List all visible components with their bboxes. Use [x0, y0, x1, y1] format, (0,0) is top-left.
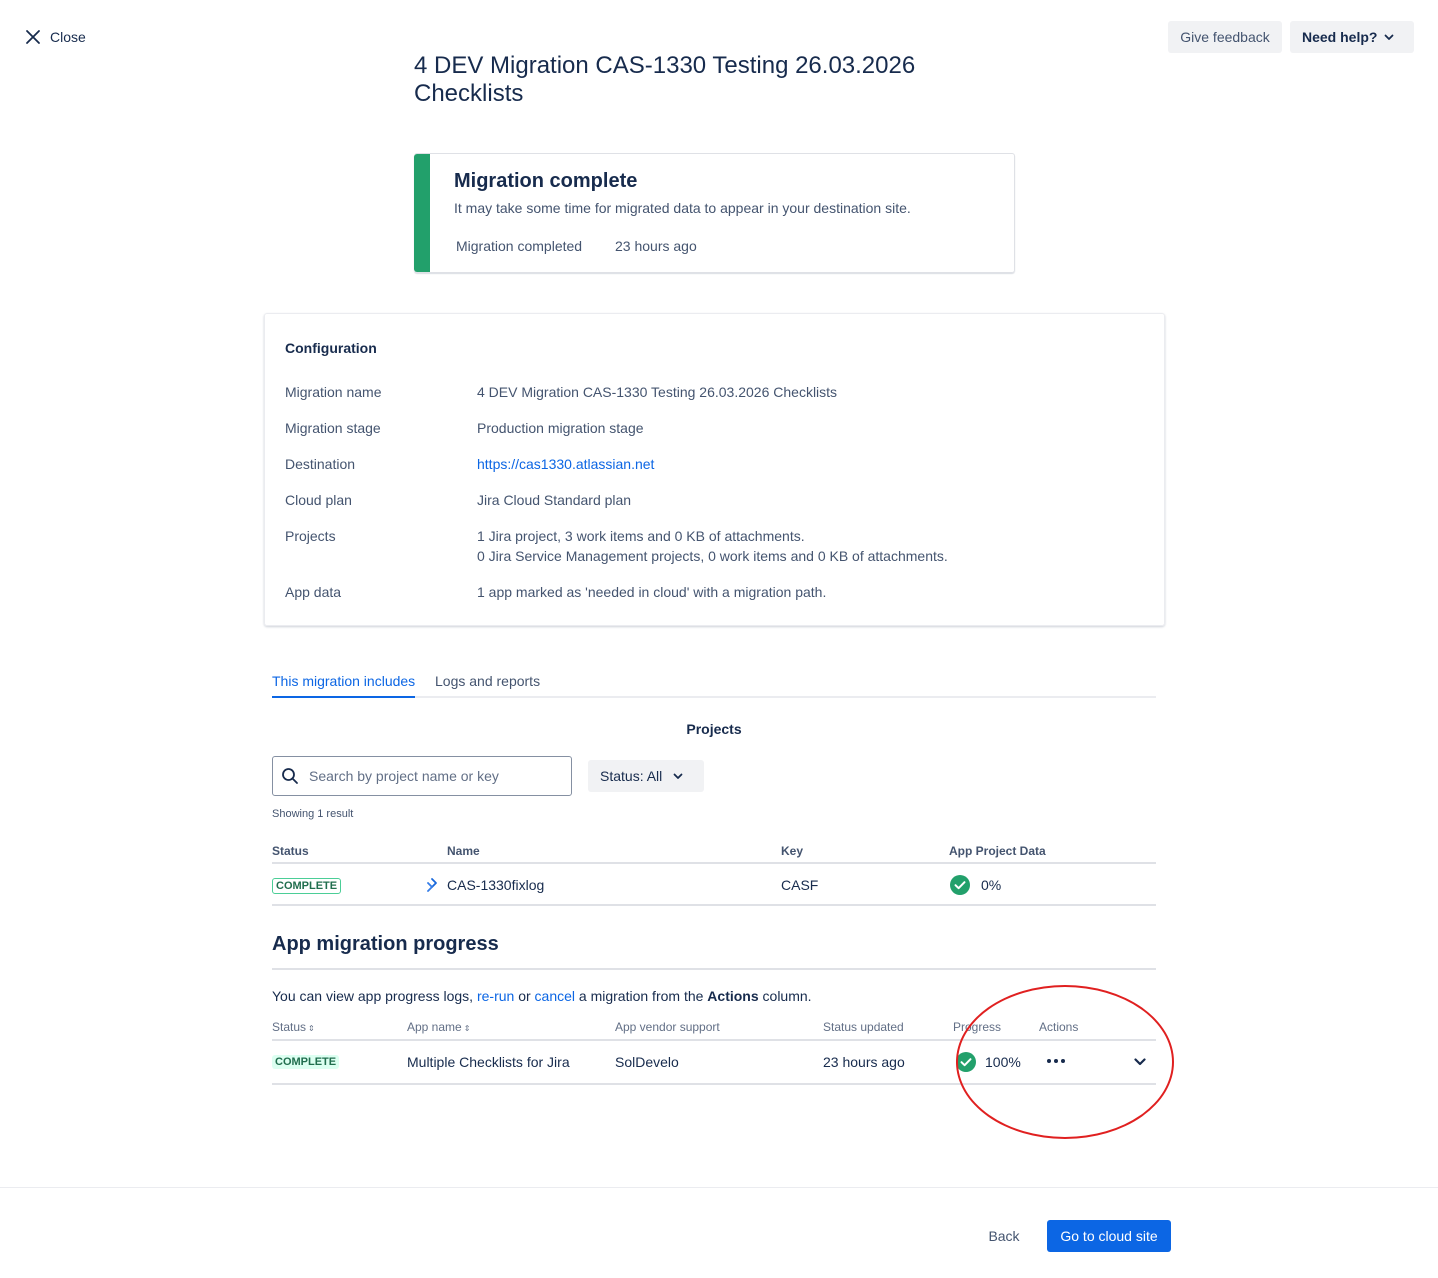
- dot: [1047, 1059, 1051, 1063]
- app-progress-value: 100%: [985, 1054, 1021, 1070]
- app-migration-progress-title: App migration progress: [272, 933, 499, 955]
- config-value-projects-jsm: 0 Jira Service Management projects, 0 wo…: [477, 548, 948, 564]
- more-actions-button[interactable]: [1044, 1053, 1068, 1069]
- results-count: Showing 1 result: [272, 808, 354, 820]
- page-title: 4 DEV Migration CAS-1330 Testing 26.03.2…: [414, 52, 916, 107]
- cancel-link[interactable]: cancel: [535, 988, 575, 1004]
- jira-project-icon: [427, 878, 437, 892]
- intro-prefix: You can view app progress logs,: [272, 988, 477, 1004]
- close-label: Close: [50, 29, 86, 45]
- app-column-header-progress: Progress: [953, 1020, 1002, 1034]
- app-table-row-divider: [272, 1083, 1156, 1085]
- banner-accent-bar: [414, 154, 430, 272]
- close-button[interactable]: Close: [24, 26, 86, 48]
- status-updated-value: 23 hours ago: [823, 1054, 905, 1070]
- project-key: CASF: [781, 877, 819, 893]
- rerun-link[interactable]: re-run: [477, 988, 514, 1004]
- app-progress-intro: You can view app progress logs, re-run o…: [272, 988, 812, 1004]
- migration-tabs: This migration includes Logs and reports: [272, 670, 1156, 698]
- app-column-header-vendor-support: App vendor support: [615, 1020, 720, 1034]
- app-section-divider: [272, 968, 1156, 970]
- sort-icon: ⇕: [308, 1024, 315, 1033]
- expand-row-chevron-icon[interactable]: [1130, 1052, 1150, 1072]
- project-search-field[interactable]: [272, 756, 572, 796]
- migration-complete-banner: Migration complete It may take some time…: [414, 153, 1015, 273]
- need-help-label: Need help?: [1302, 29, 1378, 45]
- table-row-divider: [272, 904, 1156, 906]
- success-check-icon: [956, 1052, 976, 1072]
- config-value-migration-stage: Production migration stage: [477, 420, 644, 436]
- config-label-cloud-plan: Cloud plan: [285, 492, 352, 508]
- config-label-projects: Projects: [285, 528, 336, 544]
- config-label-migration-stage: Migration stage: [285, 420, 381, 436]
- give-feedback-button[interactable]: Give feedback: [1168, 21, 1282, 53]
- table-header-divider: [272, 862, 1156, 864]
- app-column-header-actions: Actions: [1039, 1020, 1079, 1034]
- app-table-header-divider: [272, 1039, 1156, 1041]
- migration-completed-value: 23 hours ago: [615, 238, 697, 254]
- destination-link[interactable]: https://cas1330.atlassian.net: [477, 454, 654, 474]
- chevron-down-icon: [673, 773, 683, 779]
- app-column-status-label: Status: [272, 1020, 307, 1034]
- configuration-card: Configuration Migration name 4 DEV Migra…: [264, 313, 1165, 626]
- app-column-app-name-label: App name: [407, 1020, 462, 1034]
- column-header-status[interactable]: Status: [272, 844, 309, 858]
- app-name: Multiple Checklists for Jira: [407, 1054, 570, 1070]
- column-header-name[interactable]: Name: [447, 844, 480, 858]
- sort-icon: ⇕: [463, 1024, 471, 1033]
- intro-middle: a migration from the: [575, 988, 708, 1004]
- tab-this-migration-includes[interactable]: This migration includes: [272, 670, 416, 698]
- config-value-projects-jira: 1 Jira project, 3 work items and 0 KB of…: [477, 528, 805, 544]
- dot: [1061, 1059, 1065, 1063]
- column-header-key[interactable]: Key: [781, 844, 803, 858]
- app-column-header-status[interactable]: Status ⇕: [272, 1020, 315, 1034]
- banner-description: It may take some time for migrated data …: [454, 200, 911, 216]
- config-value-migration-name: 4 DEV Migration CAS-1330 Testing 26.03.2…: [477, 384, 838, 400]
- migration-completed-label: Migration completed: [456, 238, 583, 254]
- config-label-migration-name: Migration name: [285, 384, 382, 400]
- success-check-icon: [950, 875, 970, 895]
- app-status-badge: COMPLETE: [272, 1055, 340, 1069]
- intro-actions-bold: Actions: [707, 988, 759, 1004]
- go-to-cloud-site-button[interactable]: Go to cloud site: [1047, 1220, 1171, 1252]
- status-filter-label: Status: All: [600, 768, 663, 784]
- app-project-data-value: 0%: [981, 877, 1002, 893]
- intro-or: or: [514, 988, 535, 1004]
- config-value-cloud-plan: Jira Cloud Standard plan: [477, 492, 632, 508]
- column-header-app-project-data[interactable]: App Project Data: [949, 844, 1046, 858]
- chevron-down-icon: [1385, 34, 1394, 40]
- app-column-header-app-name[interactable]: App name ⇕: [407, 1020, 470, 1034]
- project-search-input[interactable]: [309, 768, 559, 784]
- need-help-button[interactable]: Need help?: [1290, 21, 1414, 53]
- vendor-support-link[interactable]: SolDevelo: [615, 1054, 679, 1070]
- status-badge: COMPLETE: [272, 878, 342, 894]
- project-name-link[interactable]: CAS-1330fixlog: [447, 877, 544, 893]
- close-icon: [26, 30, 40, 44]
- app-column-header-status-updated: Status updated: [823, 1020, 904, 1034]
- tab-logs-and-reports[interactable]: Logs and reports: [435, 670, 540, 698]
- config-label-destination: Destination: [285, 456, 356, 472]
- give-feedback-label: Give feedback: [1180, 29, 1270, 45]
- status-filter-dropdown[interactable]: Status: All: [588, 760, 704, 792]
- footer-divider: [0, 1187, 1438, 1188]
- dot: [1054, 1059, 1058, 1063]
- banner-title: Migration complete: [454, 170, 638, 192]
- search-icon: [282, 768, 298, 784]
- configuration-title: Configuration: [285, 340, 377, 356]
- config-label-app-data: App data: [285, 584, 342, 600]
- intro-suffix: column.: [758, 988, 812, 1004]
- projects-section-title: Projects: [686, 721, 742, 737]
- back-button[interactable]: Back: [976, 1220, 1032, 1252]
- config-value-app-data: 1 app marked as 'needed in cloud' with a…: [477, 584, 827, 600]
